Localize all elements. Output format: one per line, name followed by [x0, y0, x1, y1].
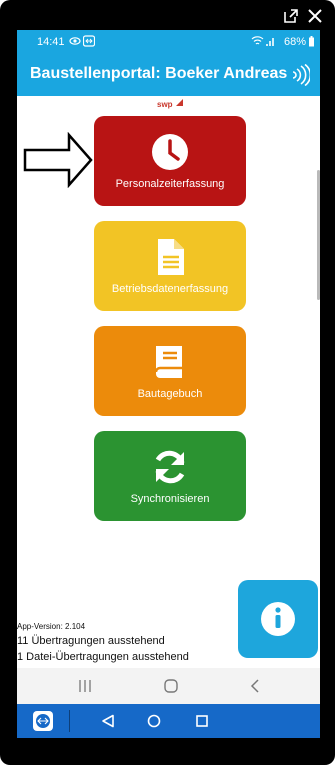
logo-mark-icon: [175, 99, 183, 106]
tile-label: Synchronisieren: [130, 493, 210, 505]
nav-back-triangle-icon[interactable]: [99, 712, 117, 730]
phone-screen: 14:41 68% Baustellenportal: Boeker Andre…: [17, 30, 320, 738]
bar-divider: [69, 710, 70, 732]
logo: swp: [157, 98, 184, 109]
tile-synchronisieren[interactable]: Synchronisieren: [94, 431, 246, 521]
recent-apps-icon[interactable]: [77, 677, 93, 695]
popout-icon[interactable]: [281, 6, 301, 26]
tile-personalzeiterfassung[interactable]: Personalzeiterfassung: [94, 116, 246, 206]
teamviewer-logo-icon[interactable]: [33, 711, 53, 731]
app-bar: Baustellenportal: Boeker Andreas: [17, 54, 320, 96]
scrollbar[interactable]: [317, 170, 320, 300]
battery-icon: [308, 36, 315, 50]
nav-recent-square-icon[interactable]: [193, 712, 211, 730]
eye-icon: [69, 35, 81, 50]
teamviewer-status-icon: [82, 35, 96, 50]
close-icon[interactable]: [305, 6, 325, 26]
nav-home-circle-icon[interactable]: [145, 712, 163, 730]
book-icon: [150, 342, 190, 382]
window-controls: [0, 0, 335, 30]
back-icon[interactable]: [247, 677, 263, 695]
logo-text: swp: [157, 100, 173, 109]
nfc-icon[interactable]: [290, 63, 312, 87]
signal-icon: [266, 35, 276, 50]
app-title: Baustellenportal: Boeker Andreas: [30, 65, 288, 82]
document-icon: [150, 237, 190, 277]
home-icon[interactable]: [162, 677, 180, 695]
info-button[interactable]: [238, 580, 318, 658]
clock-icon: [150, 132, 190, 172]
tile-betriebsdatenerfassung[interactable]: Betriebsdatenerfassung: [94, 221, 246, 311]
teamviewer-bar: [17, 704, 320, 738]
info-icon: [261, 602, 295, 636]
tile-bautagebuch[interactable]: Bautagebuch: [94, 326, 246, 416]
tile-label: Bautagebuch: [137, 388, 203, 400]
status-bar: 14:41 68%: [17, 30, 320, 54]
wifi-icon: [251, 35, 264, 50]
android-nav-bar: [17, 668, 320, 704]
status-time: 14:41: [37, 36, 65, 48]
pointer-arrow-icon: [23, 131, 93, 189]
tile-label: Betriebsdatenerfassung: [111, 283, 229, 295]
sync-icon: [150, 447, 190, 487]
battery-text: 68%: [283, 36, 306, 48]
tile-label: Personalzeiterfassung: [115, 178, 225, 190]
